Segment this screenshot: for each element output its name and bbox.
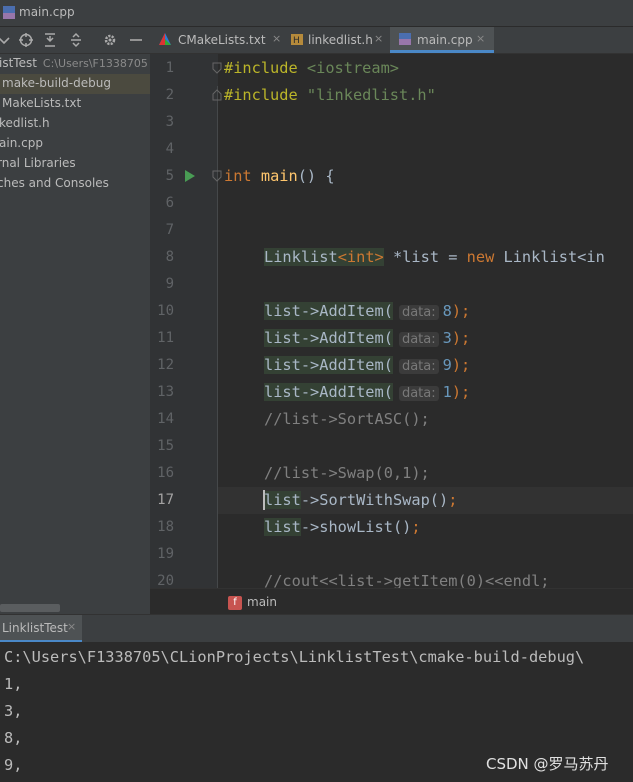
header-file-icon: H — [291, 34, 303, 46]
breadcrumb-item-main[interactable]: main — [247, 595, 277, 609]
tab-cmakelists[interactable]: CMakeLists.txt × — [150, 27, 284, 53]
project-scrollbar[interactable] — [0, 604, 60, 612]
code-line-13: list->AddItem(data: 1); — [264, 383, 471, 401]
line-number: 4 — [165, 141, 174, 157]
run-gutter-icon[interactable] — [184, 169, 196, 183]
line-number: 7 — [165, 222, 174, 238]
title-bar: main.cpp — [0, 0, 633, 27]
inlay-hint: data: — [398, 359, 439, 374]
console-line: 3, — [4, 702, 23, 720]
cpp-file-icon — [3, 6, 15, 19]
tree-item-label: kedlist.h — [0, 116, 50, 130]
code-line-16: //list->Swap(0,1); — [264, 464, 430, 482]
tab-run-linklisttest[interactable]: LinklistTest × — [0, 615, 82, 643]
tree-item-label: ches and Consoles — [0, 176, 109, 190]
gear-icon[interactable] — [102, 32, 118, 48]
project-root-label: istTest — [0, 56, 37, 70]
code-line-17: list->SortWithSwap(); — [264, 491, 458, 509]
line-number: 18 — [157, 519, 174, 535]
close-icon[interactable]: × — [67, 620, 76, 633]
inlay-hint: data: — [398, 332, 439, 347]
target-icon[interactable] — [18, 32, 34, 48]
tree-item-label: rnal Libraries — [0, 156, 76, 170]
line-number: 12 — [157, 357, 174, 373]
watermark: CSDN @罗马苏丹 — [486, 755, 609, 773]
line-number: 3 — [165, 114, 174, 130]
tree-item-linkedlist-h[interactable]: kedlist.h — [0, 114, 150, 134]
fold-marker-icon[interactable] — [212, 89, 222, 101]
close-icon[interactable]: × — [374, 32, 383, 45]
run-tab-label: LinklistTest — [2, 621, 68, 635]
line-number: 10 — [157, 303, 174, 319]
line-number: 14 — [157, 411, 174, 427]
line-number: 20 — [157, 573, 174, 589]
line-number: 8 — [165, 249, 174, 265]
line-number: 13 — [157, 384, 174, 400]
project-root[interactable]: istTest C:\Users\F1338705 — [0, 54, 150, 74]
console-line: 9, — [4, 756, 23, 774]
tab-main-cpp[interactable]: main.cpp × — [390, 27, 494, 53]
line-number: 15 — [157, 438, 174, 454]
code-line-8: Linklist<int> *list = new Linklist<in — [264, 248, 605, 266]
run-toolbar: LinklistTest × — [0, 614, 633, 643]
code-line-10: list->AddItem(data: 8); — [264, 302, 471, 320]
line-number: 11 — [157, 330, 174, 346]
line-number: 2 — [165, 87, 174, 103]
line-number: 16 — [157, 465, 174, 481]
window-title: main.cpp — [19, 5, 75, 19]
close-icon[interactable]: × — [272, 32, 281, 45]
breadcrumb: f main — [150, 588, 633, 615]
tree-item-label: make-build-debug — [2, 76, 111, 90]
minimize-icon[interactable] — [128, 32, 144, 48]
code-line-1: #include <iostream> — [224, 59, 400, 77]
svg-text:H: H — [293, 36, 300, 46]
code-editor[interactable]: #include <iostream> #include "linkedlist… — [218, 54, 633, 588]
line-number: 5 — [165, 168, 174, 184]
tree-item-external-libraries[interactable]: rnal Libraries — [0, 154, 150, 174]
tab-label: linkedlist.h — [308, 33, 373, 47]
collapse-all-icon[interactable] — [42, 32, 58, 48]
code-line-11: list->AddItem(data: 3); — [264, 329, 471, 347]
line-number: 19 — [157, 546, 174, 562]
cmake-icon — [159, 33, 171, 45]
cpp-file-icon — [399, 33, 411, 45]
tree-item-label: ain.cpp — [0, 136, 43, 150]
fold-guide — [217, 86, 218, 588]
console-line: C:\Users\F1338705\CLionProjects\Linklist… — [4, 648, 585, 666]
tree-item-label: MakeLists.txt — [2, 96, 82, 110]
line-number: 9 — [165, 276, 174, 292]
tree-item-main-cpp[interactable]: ain.cpp — [0, 134, 150, 154]
function-icon: f — [228, 596, 242, 610]
tab-label: CMakeLists.txt — [178, 33, 266, 47]
inlay-hint: data: — [398, 305, 439, 320]
code-line-12: list->AddItem(data: 9); — [264, 356, 471, 374]
console-line: 1, — [4, 675, 23, 693]
line-number-current: 17 — [157, 492, 174, 508]
fold-marker-icon[interactable] — [212, 62, 222, 74]
console-line: 8, — [4, 729, 23, 747]
tree-item-cmake-build-debug[interactable]: make-build-debug — [0, 74, 150, 94]
inlay-hint: data: — [398, 386, 439, 401]
chevron-down-icon[interactable] — [0, 32, 12, 48]
code-line-5: int main() { — [224, 167, 335, 185]
expand-all-icon[interactable] — [68, 32, 84, 48]
line-number: 6 — [165, 195, 174, 211]
tab-label: main.cpp — [417, 33, 473, 47]
project-panel: istTest C:\Users\F1338705 make-build-debu… — [0, 54, 150, 614]
fold-marker-icon[interactable] — [212, 170, 222, 182]
line-number: 1 — [165, 60, 174, 76]
tab-linkedlist-h[interactable]: H linkedlist.h × — [284, 27, 390, 53]
project-toolbar — [0, 27, 150, 54]
tree-item-scratches-consoles[interactable]: ches and Consoles — [0, 174, 150, 194]
code-line-18: list->showList(); — [264, 518, 421, 536]
close-icon[interactable]: × — [476, 32, 485, 45]
code-line-20: //cout<<list->getItem(0)<<endl; — [264, 572, 550, 588]
editor-tabs: CMakeLists.txt × H linkedlist.h × main.c… — [150, 27, 633, 54]
code-line-2: #include "linkedlist.h" — [224, 86, 436, 104]
code-line-14: //list->SortASC(); — [264, 410, 430, 428]
tree-item-cmakelists[interactable]: MakeLists.txt — [0, 94, 150, 114]
text-caret — [263, 490, 265, 510]
project-root-path: C:\Users\F1338705 — [42, 57, 148, 70]
